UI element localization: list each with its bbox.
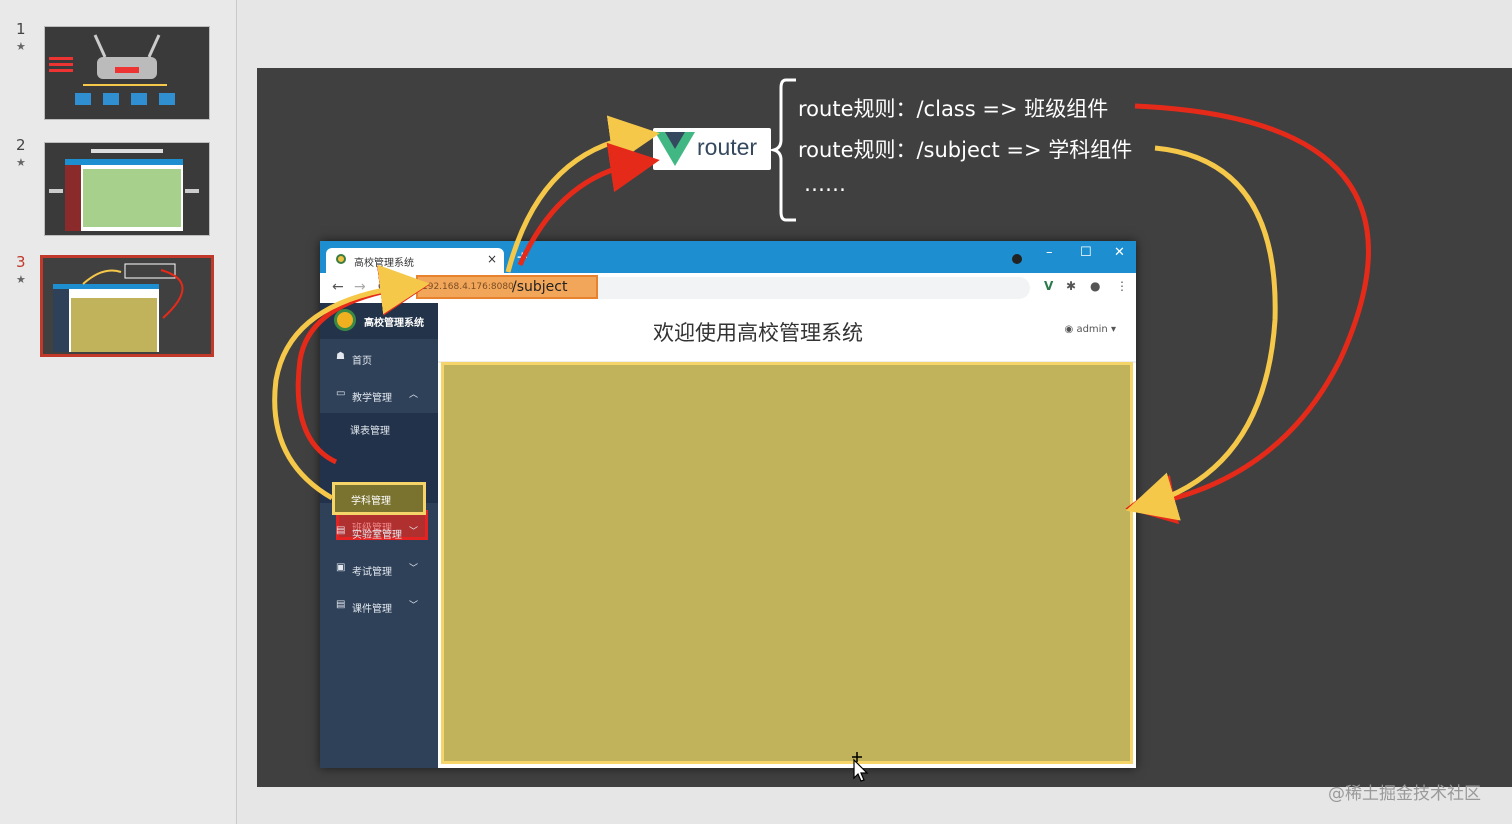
browser-window: 高校管理系统 × + – ☐ ✕ ← → ⟳ V ✱ ● ⋮ 192.168.4… xyxy=(320,241,1136,768)
profile-icon[interactable]: ● xyxy=(1090,279,1100,293)
vue-devtools-icon[interactable]: V xyxy=(1044,279,1053,293)
sidebar-subitem-schedule[interactable]: 课表管理 xyxy=(320,413,438,443)
slide-number-1: 1 xyxy=(16,20,26,38)
document-icon: ▤ xyxy=(336,525,346,536)
monitor-icon: ▭ xyxy=(336,388,346,399)
tab-favicon-icon xyxy=(336,254,346,264)
slide-star-icon: ★ xyxy=(16,40,26,53)
sidebar-item-courseware[interactable]: ▤ 课件管理 ﹀ xyxy=(320,593,438,619)
record-indicator-icon xyxy=(1012,254,1022,264)
sidebar-item-home[interactable]: ☗ 首页 xyxy=(320,345,438,371)
mouse-cursor-icon xyxy=(852,752,869,782)
extensions-icon[interactable]: ✱ xyxy=(1066,279,1076,293)
minimize-button[interactable]: – xyxy=(1046,245,1053,260)
app-header: 欢迎使用高校管理系统 ◉ admin ▾ xyxy=(438,303,1136,363)
window-close-button[interactable]: ✕ xyxy=(1114,245,1125,260)
maximize-button[interactable]: ☐ xyxy=(1080,245,1092,260)
sidebar-item-label: 首页 xyxy=(352,356,372,367)
sidebar-subitem-label: 学科管理 xyxy=(351,496,391,507)
home-icon: ☗ xyxy=(336,351,345,362)
slide-star-icon: ★ xyxy=(16,156,26,169)
app-brand: 高校管理系统 xyxy=(320,303,438,339)
sidebar-item-lab[interactable]: ▤ 实验室管理 ﹀ xyxy=(320,519,438,545)
router-view-area xyxy=(441,362,1133,764)
slide-thumbnail-2[interactable] xyxy=(44,142,210,236)
reload-icon[interactable]: ⟳ xyxy=(378,279,390,295)
back-arrow-icon[interactable]: ← xyxy=(332,279,344,295)
chevron-down-icon: ﹀ xyxy=(408,527,418,537)
page-title: 欢迎使用高校管理系统 xyxy=(653,321,863,345)
app-brand-name: 高校管理系统 xyxy=(364,318,424,329)
caret-down-icon: ▾ xyxy=(1110,324,1116,335)
forward-arrow-icon[interactable]: → xyxy=(354,279,366,295)
thumbnail-preview-1 xyxy=(45,27,209,119)
slide-thumbnail-3-selected[interactable] xyxy=(40,255,214,357)
user-circle-icon: ◉ xyxy=(1064,324,1074,335)
user-menu[interactable]: ◉ admin ▾ xyxy=(1065,324,1116,335)
slide-number-2: 2 xyxy=(16,136,26,154)
chevron-down-icon: ﹀ xyxy=(408,564,418,574)
thumbnail-preview-2 xyxy=(45,143,209,235)
slide-star-icon: ★ xyxy=(16,273,26,286)
chevron-down-icon: ﹀ xyxy=(408,601,418,611)
url-path: /subject xyxy=(512,279,568,295)
sidebar-item-label: 教学管理 xyxy=(352,393,392,404)
sidebar-item-label: 课件管理 xyxy=(352,604,392,615)
rule-class: route规则：/class => 班级组件 xyxy=(798,97,1109,121)
vue-router-logo: router xyxy=(653,128,771,170)
thumbnail-preview-3 xyxy=(43,258,211,354)
url-highlight-box[interactable]: 192.168.4.176:8080 /subject xyxy=(416,275,598,299)
sidebar-item-teaching[interactable]: ▭ 教学管理 ︿ xyxy=(320,382,438,408)
tab-close-button[interactable]: × xyxy=(487,252,497,266)
document-icon: ▤ xyxy=(336,599,346,610)
router-logo-text: router xyxy=(697,134,758,160)
user-name: admin xyxy=(1076,324,1108,335)
browser-menu-icon[interactable]: ⋮ xyxy=(1116,279,1128,293)
sidebar-subitem-bg xyxy=(320,443,438,473)
watermark: @稀土掘金技术社区 xyxy=(1328,784,1481,804)
slide-thumbnail-1[interactable] xyxy=(44,26,210,120)
briefcase-icon: ▣ xyxy=(336,562,346,573)
new-tab-button[interactable]: + xyxy=(516,248,529,266)
app-sidebar: 高校管理系统 ☗ 首页 ▭ 教学管理 ︿ 课表管理 班级管理 ▤ 实验室管理 ﹀… xyxy=(320,303,438,768)
browser-tab[interactable]: 高校管理系统 × xyxy=(326,248,504,273)
url-host: 192.168.4.176:8080 xyxy=(422,282,514,292)
slide-thumbnail-panel: 1 ★ 2 ★ 3 ★ xyxy=(0,0,237,824)
sidebar-item-exam[interactable]: ▣ 考试管理 ﹀ xyxy=(320,556,438,582)
rule-subject: route规则：/subject => 学科组件 xyxy=(798,138,1133,162)
sidebar-subitem-subject[interactable]: 学科管理 xyxy=(332,482,426,515)
rule-more: …… xyxy=(804,172,846,196)
sidebar-item-label: 考试管理 xyxy=(352,567,392,578)
tab-title: 高校管理系统 xyxy=(354,258,414,269)
app-logo-icon xyxy=(334,309,356,331)
slide-number-3: 3 xyxy=(16,253,26,271)
browser-tab-bar: 高校管理系统 × + – ☐ ✕ xyxy=(320,241,1136,273)
sidebar-item-label: 实验室管理 xyxy=(352,530,402,541)
vue-logo-icon xyxy=(655,132,695,166)
sidebar-subitem-label: 课表管理 xyxy=(350,426,390,437)
chevron-up-icon: ︿ xyxy=(408,390,418,400)
